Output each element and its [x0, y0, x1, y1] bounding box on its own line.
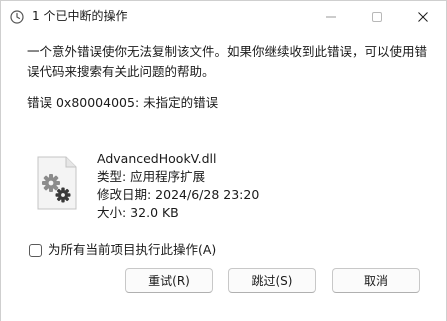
file-type: 类型: 应用程序扩展 — [97, 169, 206, 184]
minimize-button[interactable] — [308, 1, 354, 33]
close-button[interactable] — [400, 1, 446, 33]
file-size: 大小: 32.0 KB — [97, 205, 179, 220]
skip-button[interactable]: 跳过(S) — [228, 268, 316, 293]
maximize-button[interactable] — [354, 1, 400, 33]
minimize-icon — [326, 16, 336, 18]
error-code: 错误 0x80004005: 未指定的错误 — [27, 95, 219, 110]
apply-all-label: 为所有当前项目执行此操作(A) — [48, 242, 217, 257]
gear-file-icon — [36, 155, 82, 211]
apply-all-option[interactable]: 为所有当前项目执行此操作(A) — [29, 241, 216, 259]
file-name: AdvancedHookV.dll — [97, 151, 217, 166]
cancel-button[interactable]: 取消 — [332, 268, 420, 293]
file-details: AdvancedHookV.dll 类型: 应用程序扩展 修改日期: 2024/… — [97, 150, 259, 222]
error-message: 一个意外错误使你无法复制该文件。如果你继续收到此错误，可以使用错误代码来搜索有关… — [27, 44, 428, 79]
error-dialog: 1 个已中断的操作 一个意外错误使你无法复制该文件。如果你继续收到此错误，可以使… — [0, 0, 447, 321]
window-title: 1 个已中断的操作 — [32, 9, 128, 23]
apply-all-checkbox[interactable] — [29, 243, 42, 257]
retry-button[interactable]: 重试(R) — [125, 268, 213, 293]
clock-icon — [10, 9, 24, 24]
title-bar[interactable]: 1 个已中断的操作 — [1, 1, 446, 33]
maximize-icon — [372, 12, 382, 22]
file-modified: 修改日期: 2024/6/28 23:20 — [97, 187, 260, 202]
close-icon — [418, 12, 428, 22]
button-bar: 重试(R) 跳过(S) 取消 — [1, 261, 446, 321]
